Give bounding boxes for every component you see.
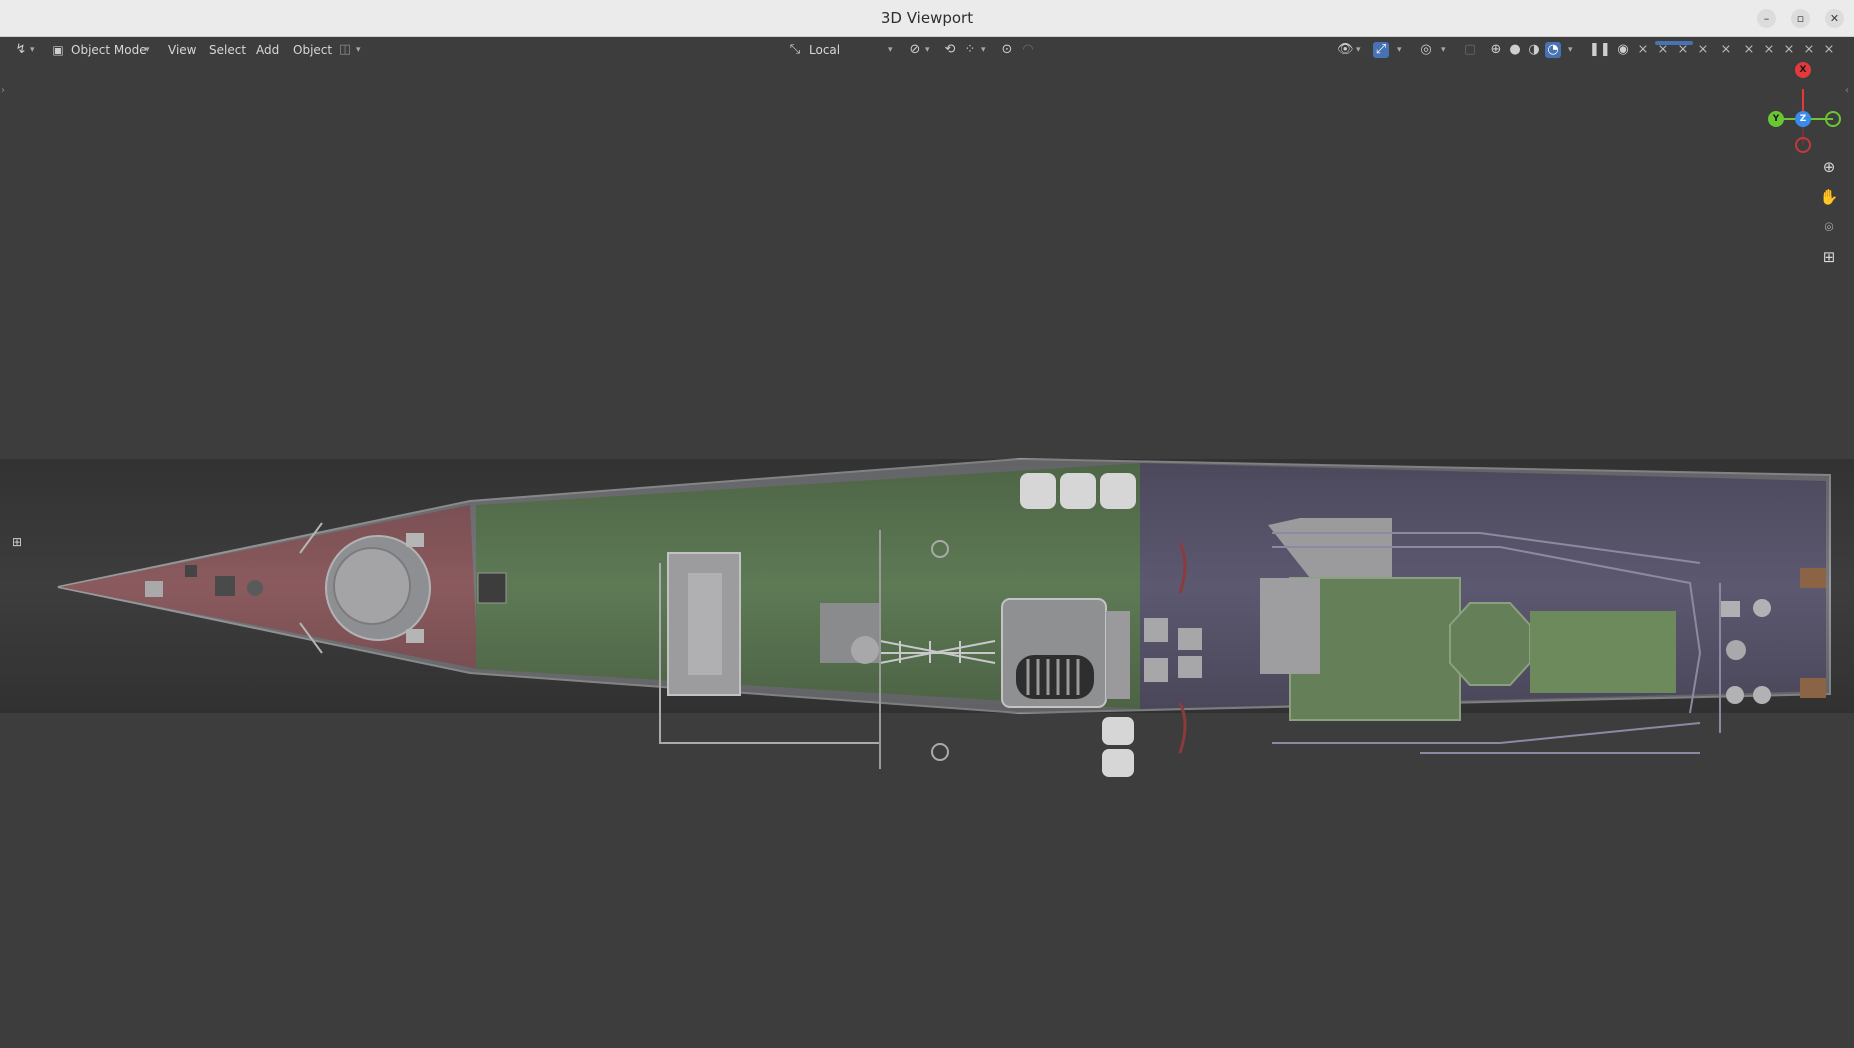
editor-type-chevron-icon[interactable]: ▾ (30, 41, 35, 59)
collection-active-indicator (1655, 41, 1693, 45)
snap-dropdown-icon[interactable]: ◫ (337, 42, 353, 58)
minimize-button[interactable]: – (1757, 9, 1776, 28)
close-button[interactable]: ✕ (1825, 9, 1844, 28)
viewport-header: ↯ ▾ ▣ Object Mode ▾ View Select Add Obje… (0, 37, 1854, 63)
maximize-button[interactable]: ▫ (1791, 9, 1810, 28)
visibility-chevron-icon[interactable]: ▾ (1356, 41, 1361, 59)
mode-selector[interactable]: Object Mode (71, 41, 147, 59)
collection-toggle-icon-7[interactable]: ⨯ (1761, 42, 1777, 58)
collection-toggle-icon-10[interactable]: ⨯ (1821, 42, 1837, 58)
orientation-chevron-icon[interactable]: ▾ (888, 41, 893, 59)
mode-chevron-icon[interactable]: ▾ (145, 41, 150, 59)
menu-object[interactable]: Object (293, 41, 332, 59)
collection-toggle-icon-5[interactable]: ⨯ (1718, 42, 1734, 58)
hide-eye-icon[interactable]: ◉ (1615, 42, 1631, 58)
snap-target-chevron-icon[interactable]: ▾ (981, 41, 986, 59)
window-title: 3D Viewport (880, 9, 974, 27)
rendered-shading-icon[interactable]: ◔ (1545, 42, 1561, 58)
transform-orientation-icon: ⤡ (789, 42, 801, 57)
collection-toggle-icon-4[interactable]: ⨯ (1695, 42, 1711, 58)
transform-orientation-selector[interactable]: Local (809, 41, 840, 59)
xray-toggle-icon[interactable]: ▢ (1462, 42, 1478, 58)
snap-target-icon[interactable]: ⁘ (962, 42, 978, 58)
pivot-chevron-icon[interactable]: ▾ (925, 41, 930, 59)
collection-toggle-icon-8[interactable]: ⨯ (1781, 42, 1797, 58)
ship-model[interactable] (0, 63, 1854, 1048)
shading-chevron-icon[interactable]: ▾ (1568, 41, 1573, 59)
pause-icon[interactable]: ❚❚ (1589, 42, 1611, 58)
material-preview-shading-icon[interactable]: ◑ (1526, 42, 1542, 58)
menu-view[interactable]: View (168, 41, 196, 59)
snap-chevron-icon[interactable]: ▾ (356, 41, 361, 59)
gizmo-toggle-icon[interactable]: ⤢ (1373, 42, 1389, 58)
visibility-selectability-icon[interactable]: 👁 (1337, 42, 1354, 58)
menu-select[interactable]: Select (209, 41, 246, 59)
falloff-icon[interactable]: ◠ (1020, 42, 1036, 58)
object-mode-icon: ▣ (52, 43, 64, 57)
solid-shading-icon[interactable]: ● (1507, 42, 1523, 58)
overlay-toggle-icon[interactable]: ◎ (1418, 42, 1434, 58)
editor-type-icon[interactable]: ↯ (13, 42, 29, 58)
snap-toggle-icon[interactable]: ⟲ (942, 42, 958, 58)
proportional-edit-icon[interactable]: ⊙ (999, 42, 1015, 58)
collection-toggle-icon-1[interactable]: ⨯ (1635, 42, 1651, 58)
gizmo-chevron-icon[interactable]: ▾ (1397, 41, 1402, 59)
menu-add[interactable]: Add (256, 41, 279, 59)
pivot-point-icon[interactable]: ⊘ (907, 42, 923, 58)
wireframe-shading-icon[interactable]: ⊕ (1488, 42, 1504, 58)
window-titlebar: 3D Viewport – ▫ ✕ (0, 0, 1854, 37)
collection-toggle-icon-9[interactable]: ⨯ (1801, 42, 1817, 58)
3d-viewport[interactable]: › ‹ ⊞ X Y Z ⊕ ✋ ⌾ ⊞ (0, 62, 1854, 1048)
overlay-chevron-icon[interactable]: ▾ (1441, 41, 1446, 59)
collection-toggle-icon-6[interactable]: ⨯ (1741, 42, 1757, 58)
